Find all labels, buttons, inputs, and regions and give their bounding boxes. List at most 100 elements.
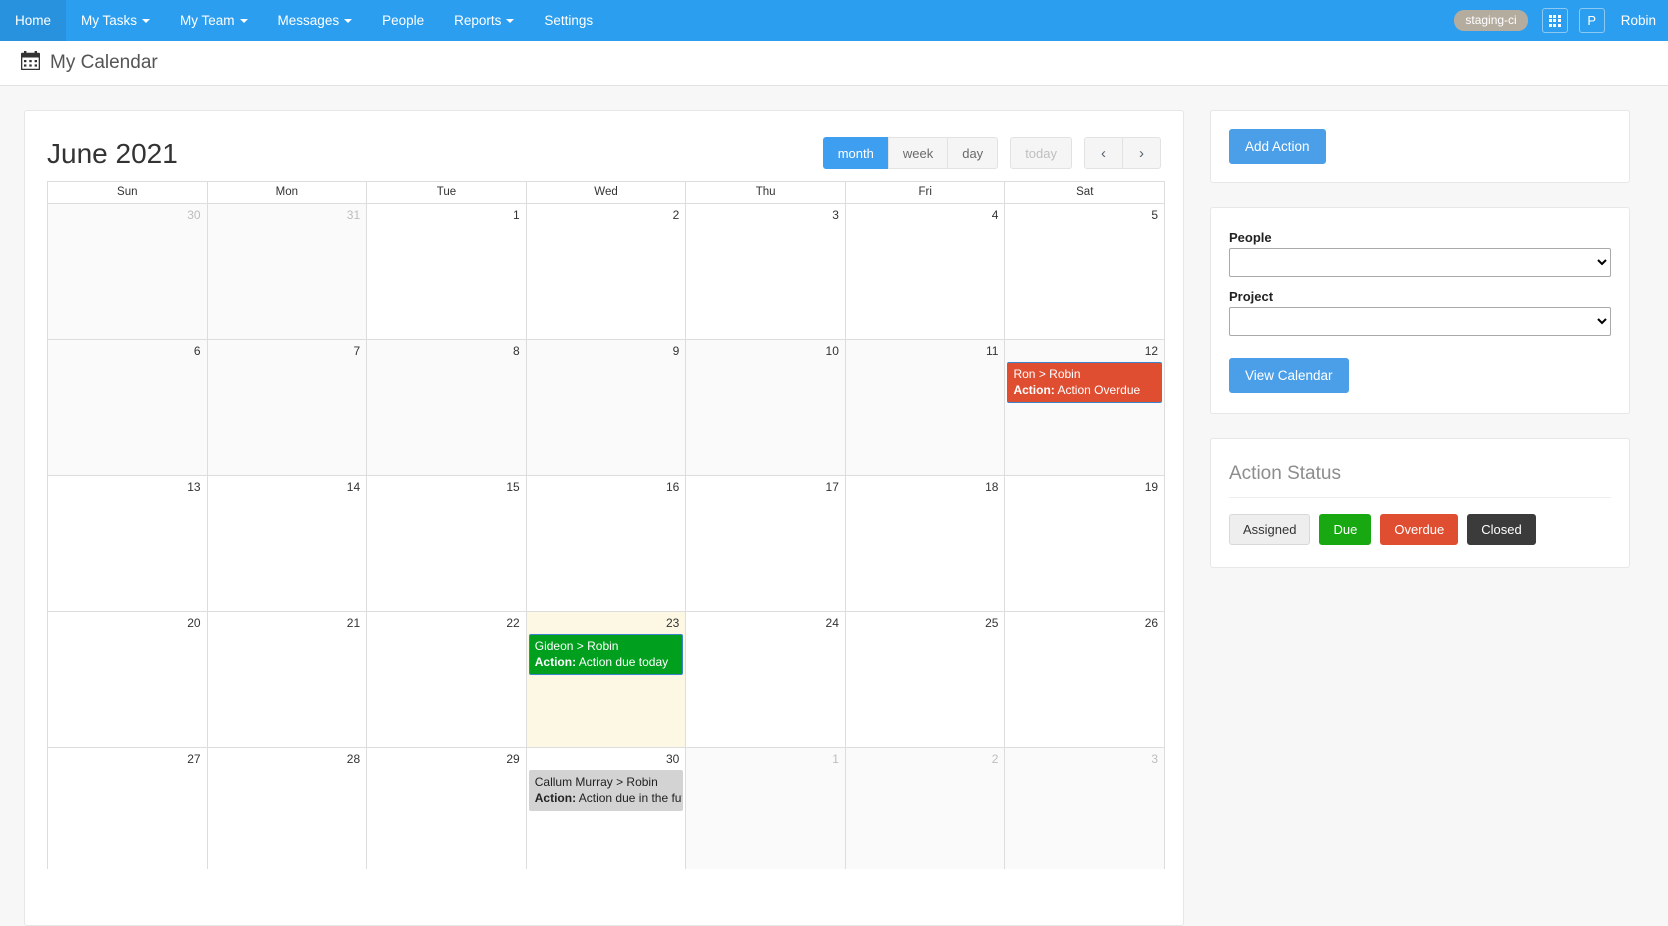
calendar-day-cell[interactable]: 3 [686,204,846,339]
calendar-day-cell[interactable]: 26 [1005,612,1164,747]
calendar-day-cell[interactable]: 24 [686,612,846,747]
calendar-day-cell[interactable]: 30Callum Murray > RobinAction: Action du… [527,748,687,869]
calendar-day-cell[interactable]: 21 [208,612,368,747]
calendar-day-cell[interactable]: 17 [686,476,846,611]
nav-item-label: Home [15,13,51,28]
day-number: 12 [1005,343,1158,359]
calendar-day-cell[interactable]: 12 Ron > RobinAction: Action Overdue [1005,340,1164,475]
nav-item-label: My Tasks [81,13,137,28]
navbar-menu: Home My Tasks My TeamMessages People Reports… [0,0,608,41]
calendar-day-cell[interactable]: 30 [48,204,208,339]
calendar-day-cell[interactable]: 29 [367,748,527,869]
nav-item-home[interactable]: Home [0,0,66,41]
grid-icon[interactable] [1542,8,1568,33]
day-number: 13 [48,479,201,495]
weekday-header-sat: Sat [1005,182,1164,203]
environment-badge: staging-ci [1454,10,1527,31]
view-button-day[interactable]: day [947,137,998,169]
weekday-header-mon: Mon [208,182,368,203]
nav-item-people[interactable]: People [367,0,439,41]
people-select[interactable] [1229,248,1611,277]
calendar-day-cell[interactable]: 31 [208,204,368,339]
nav-item-label: People [382,13,424,28]
calendar-day-cell[interactable]: 6 [48,340,208,475]
day-number: 5 [1005,207,1158,223]
calendar-day-cell[interactable]: 7 [208,340,368,475]
page-title: My Calendar [50,52,158,74]
day-number: 1 [367,207,520,223]
calendar-event-overdue[interactable]: Ron > RobinAction: Action Overdue [1007,362,1162,403]
nav-item-label: Settings [544,13,593,28]
calendar-day-cell[interactable]: 13 [48,476,208,611]
project-select[interactable] [1229,307,1611,336]
day-number: 23 [527,615,680,631]
user-name-menu[interactable]: Robin [1621,13,1660,28]
event-detail: Action: Action due today [535,654,678,670]
view-calendar-button[interactable]: View Calendar [1229,358,1349,393]
calendar-day-cell[interactable]: 23 Gideon > RobinAction: Action due today [527,612,687,747]
calendar-day-cell[interactable]: 3 [1005,748,1164,869]
project-field: Project [1229,289,1611,336]
calendar-event-future[interactable]: Callum Murray > RobinAction: Action due … [529,770,684,811]
nav-item-my-team[interactable]: My Team [165,0,263,41]
calendar-day-cell[interactable]: 5 [1005,204,1164,339]
calendar-day-cell[interactable]: 4 [846,204,1006,339]
prev-month-button[interactable]: ‹ [1084,137,1123,169]
top-navbar: Home My Tasks My TeamMessages People Reports… [0,0,1668,41]
calendar-icon [21,51,40,75]
nav-item-settings[interactable]: Settings [529,0,608,41]
calendar-event-due[interactable]: Gideon > RobinAction: Action due today [529,634,684,675]
calendar-day-cell[interactable]: 16 [527,476,687,611]
calendar-day-cell[interactable]: 11 [846,340,1006,475]
calendar-day-cell[interactable]: 18 [846,476,1006,611]
view-button-month[interactable]: month [823,137,889,169]
calendar-day-cell[interactable]: 19 [1005,476,1164,611]
calendar-day-cell[interactable]: 14 [208,476,368,611]
calendar-day-cell[interactable]: 9 [527,340,687,475]
view-toggle-group: monthweekday [823,137,998,169]
day-number: 31 [208,207,361,223]
calendar-day-cell[interactable]: 25 [846,612,1006,747]
day-number: 2 [846,751,999,767]
calendar-month-title: June 2021 [47,133,178,175]
calendar-day-cell[interactable]: 20 [48,612,208,747]
calendar-day-cell[interactable]: 2 [527,204,687,339]
calendar-day-cell[interactable]: 27 [48,748,208,869]
nav-item-messages[interactable]: Messages [263,0,368,41]
calendar-week-row: 2021 22 23 Gideon > RobinAction: Action due… [48,611,1164,747]
calendar-day-cell[interactable]: 2 [846,748,1006,869]
calendar-day-cell[interactable]: 28 [208,748,368,869]
weekday-header-thu: Thu [686,182,846,203]
nav-arrow-group: ‹ › [1084,137,1161,169]
right-sidebar: Add Action People Project View Calendar … [1210,110,1630,568]
calendar-day-cell[interactable]: 8 [367,340,527,475]
day-number: 26 [1005,615,1158,631]
next-month-button[interactable]: › [1122,137,1161,169]
event-title: Callum Murray > Robin [535,774,678,790]
calendar-toolbar: June 2021 monthweekday today ‹ › [47,133,1161,181]
status-badge-overdue[interactable]: Overdue [1380,514,1458,545]
day-number: 1 [686,751,839,767]
status-badge-assigned[interactable]: Assigned [1229,514,1310,545]
calendar-day-cell[interactable]: 15 [367,476,527,611]
day-number: 21 [208,615,361,631]
day-number: 29 [367,751,520,767]
calendar-day-cell[interactable]: 22 [367,612,527,747]
weekday-header-wed: Wed [527,182,687,203]
profile-initial-button[interactable]: P [1579,8,1605,33]
calendar-day-cell[interactable]: 1 [367,204,527,339]
day-number: 9 [527,343,680,359]
nav-item-my-tasks[interactable]: My Tasks [66,0,165,41]
view-button-week[interactable]: week [888,137,948,169]
calendar-weekday-header: SunMonTueWedThuFriSat [48,182,1164,203]
status-badge-closed[interactable]: Closed [1467,514,1535,545]
status-badge-due[interactable]: Due [1319,514,1371,545]
calendar-day-cell[interactable]: 10 [686,340,846,475]
today-button[interactable]: today [1010,137,1072,169]
day-number: 15 [367,479,520,495]
add-action-button[interactable]: Add Action [1229,129,1326,164]
nav-item-reports[interactable]: Reports [439,0,529,41]
day-number: 22 [367,615,520,631]
action-status-legend: Assigned Due Overdue Closed [1229,514,1611,545]
calendar-day-cell[interactable]: 1 [686,748,846,869]
